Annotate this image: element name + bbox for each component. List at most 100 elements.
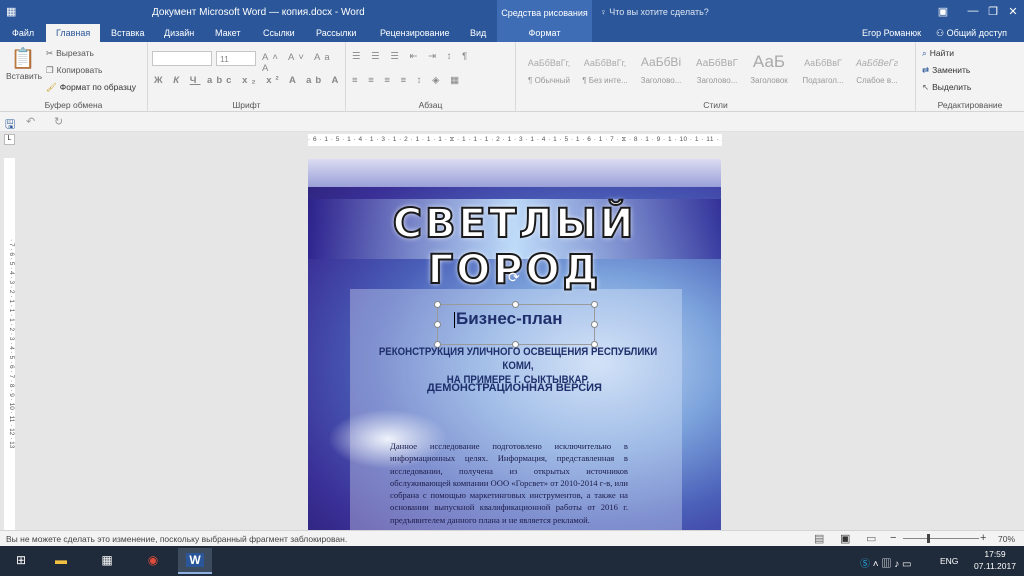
resize-handle[interactable] [512,301,519,308]
document-page[interactable]: СВЕТЛЫЙ ГОРОД ⟳ Бизнес-план РЕКОНСТРУКЦИ… [308,159,721,530]
tab-mailings[interactable]: Рассылки [316,24,356,42]
style-no-spacing[interactable]: АаБбВвГг, ¶ Без инте... [578,50,632,92]
style-subtitle[interactable]: АаБбВвГ Подзагол... [796,50,850,92]
numbering-icon[interactable]: ☰ [371,51,384,62]
replace-button[interactable]: ⇄ Заменить [922,65,970,76]
tab-selector[interactable]: L [4,134,15,145]
chat-icon[interactable]: ▭ [902,559,911,570]
web-layout-icon[interactable]: ▭ [866,532,876,545]
tray-icons: Ⓢ ˄ ▥ ♪ ▭ [860,555,911,576]
justify-icon[interactable]: ≡ [401,75,411,86]
replace-label: Заменить [932,65,971,75]
tab-file[interactable]: Файл [12,24,34,42]
tell-me-box[interactable]: ♀ Что вы хотите сделать? [600,7,709,17]
font-name-combo[interactable] [152,51,212,66]
grid-icon[interactable]: ▦ [6,5,16,18]
style-subtle-emphasis[interactable]: АаБбВеГг Слабое в... [850,50,904,92]
taskbar-calculator[interactable]: ▦ [90,548,124,574]
bold-button[interactable]: Ж [154,75,167,86]
zoom-level[interactable]: 70% [998,534,1015,544]
ribbon-display-button[interactable]: ▣ [928,0,958,24]
underline-button[interactable]: Ч [190,75,201,86]
clock[interactable]: 17:59 07.11.2017 [974,549,1016,576]
select-button[interactable]: ↖ Выделить [922,82,971,93]
font-color-icon[interactable]: A [332,75,343,86]
taskbar-chrome[interactable]: ◉ [136,548,170,574]
zoom-slider[interactable] [903,538,979,539]
title-quick-access: ▦ [6,5,16,18]
style-title[interactable]: АаБ Заголовок [742,50,796,92]
start-button[interactable]: ⊞ [4,548,38,574]
font-size-combo[interactable]: 11 [216,51,256,66]
strikethrough-icon[interactable]: abc [207,75,235,86]
user-name[interactable]: Егор Романюк [862,28,921,38]
clear-format-icon[interactable]: A [262,63,272,74]
align-left-icon[interactable]: ≡ [352,75,362,86]
align-center-icon[interactable]: ≡ [368,75,378,86]
style-heading-2[interactable]: АаБбВвГ Заголово... [690,50,744,92]
grow-font-icon[interactable]: A˄ [262,52,282,63]
tab-insert[interactable]: Вставка [111,24,144,42]
text-effects-icon[interactable]: A [289,75,300,86]
redo-icon[interactable]: ↻ [54,115,63,128]
subscript-icon[interactable]: x₂ [242,75,260,86]
borders-icon[interactable]: ▦ [450,75,463,86]
close-button[interactable]: ✕ [998,0,1024,24]
list-tools: ☰ ☰ ☰ ⇤ ⇥ ↕ ¶ [352,51,471,62]
resize-handle[interactable] [434,321,441,328]
multilevel-icon[interactable]: ☰ [390,51,403,62]
style-normal[interactable]: АаБбВвГг, ¶ Обычный [522,50,576,92]
find-button[interactable]: ⌕ Найти [922,48,954,59]
tab-layout[interactable]: Макет [215,24,240,42]
copy-button[interactable]: ❐ Копировать [46,65,102,76]
align-right-icon[interactable]: ≡ [384,75,394,86]
line-spacing-icon[interactable]: ↕ [417,75,426,86]
tab-review[interactable]: Рецензирование [380,24,450,42]
resize-handle[interactable] [434,301,441,308]
network-icon[interactable]: ▥ [881,559,891,570]
body-paragraph[interactable]: Данное исследование подготовлено исключи… [390,440,628,526]
subtitle-text[interactable]: Бизнес-план [454,309,563,329]
horizontal-ruler[interactable]: · 6 · 1 · 5 · 1 · 4 · 1 · 3 · 1 · 2 · 1 … [308,134,722,146]
print-layout-icon[interactable]: ▣ [840,532,850,545]
shrink-font-icon[interactable]: A˅ [288,52,308,63]
vertical-ruler[interactable]: · 7 · 6 · 5 · 4 · 3 · 2 · 1 · 1 · 1 · 2 … [4,158,15,530]
window-title: Документ Microsoft Word — копия.docx - W… [152,7,365,18]
zoom-in-icon[interactable]: + [980,532,986,544]
shading-icon[interactable]: ◈ [432,75,443,86]
style-heading-1[interactable]: АаБбВі Заголово... [634,50,688,92]
search-icon: ⌕ [922,48,927,58]
undo-icon[interactable]: ↶ [26,115,35,128]
language-indicator[interactable]: ENG [940,556,958,576]
tab-view[interactable]: Вид [470,24,486,42]
format-painter-button[interactable]: 🖌 Формат по образцу [46,82,136,93]
increase-indent-icon[interactable]: ⇥ [428,51,440,62]
zoom-slider-thumb[interactable] [927,534,930,543]
decrease-indent-icon[interactable]: ⇤ [410,51,422,62]
skype-icon[interactable]: Ⓢ [860,559,870,570]
highlight-icon[interactable]: ab [306,75,325,86]
tab-design[interactable]: Дизайн [164,24,194,42]
paste-button[interactable]: 📋 Вставить [6,46,42,81]
cut-button[interactable]: ✂ Вырезать [46,48,94,59]
quick-access-toolbar: 🖫 ↶ ↻ [0,112,1024,132]
zoom-out-icon[interactable]: − [890,532,896,544]
italic-button[interactable]: К [173,75,183,86]
bullets-icon[interactable]: ☰ [352,51,365,62]
sort-icon[interactable]: ↕ [447,51,456,62]
tab-format[interactable]: Формат [497,24,592,42]
pilcrow-icon[interactable]: ¶ [462,51,471,62]
rotate-handle-icon[interactable]: ⟳ [508,269,520,286]
resize-handle[interactable] [591,321,598,328]
read-mode-icon[interactable]: ▤ [814,532,824,545]
volume-icon[interactable]: ♪ [894,559,899,570]
tab-references[interactable]: Ссылки [263,24,295,42]
tab-home[interactable]: Главная [46,24,101,42]
taskbar-explorer[interactable]: ▬ [44,548,78,574]
style-preview: АаБбВвГ [804,58,842,68]
resize-handle[interactable] [591,301,598,308]
share-button[interactable]: ⚇ Общий доступ [936,28,1007,39]
change-case-icon[interactable]: Aa [314,52,334,63]
superscript-icon[interactable]: x² [266,75,282,86]
taskbar-word[interactable]: W [178,548,212,574]
